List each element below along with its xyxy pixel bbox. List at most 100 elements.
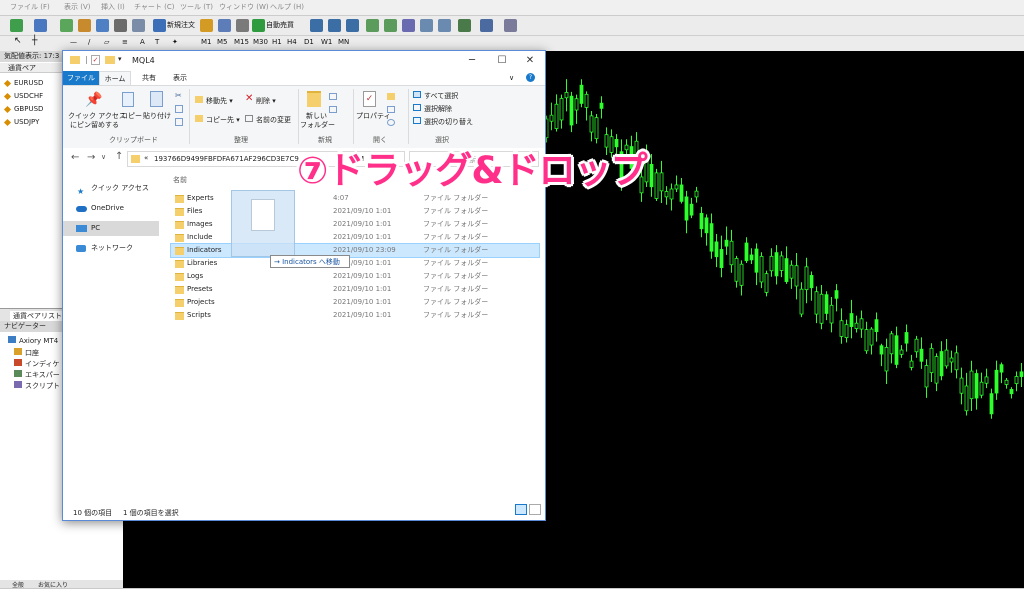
nav-pc[interactable]: PC (63, 221, 159, 236)
auto-trade-icon[interactable] (252, 19, 265, 32)
profiles-icon[interactable] (34, 19, 47, 32)
tf-m30[interactable]: M30 (253, 38, 268, 46)
file-row-include[interactable]: Include 2021/09/10 1:01 ファイル フォルダー (171, 231, 539, 244)
delete-button[interactable]: 削除 ▾ (256, 96, 276, 106)
tab-share[interactable]: 共有 (136, 71, 162, 85)
properties-icon[interactable]: ✓ (91, 55, 100, 65)
terminal-icon[interactable] (114, 19, 127, 32)
move-to-button[interactable]: 移動先 ▾ (206, 96, 233, 106)
file-row-presets[interactable]: Presets 2021/09/10 1:01 ファイル フォルダー (171, 283, 539, 296)
history-icon[interactable] (387, 119, 395, 126)
file-row-images[interactable]: Images 2021/09/10 1:01 ファイル フォルダー (171, 218, 539, 231)
copy-to-button[interactable]: コピー先 ▾ (206, 115, 240, 125)
cut-icon[interactable]: ✂ (175, 91, 182, 100)
tf-m15[interactable]: M15 (234, 38, 249, 46)
signals-icon[interactable] (218, 19, 231, 32)
tab-home[interactable]: ホーム (99, 71, 131, 85)
new-item-icon[interactable] (329, 93, 337, 100)
symbol-row[interactable]: EURUSD (0, 77, 62, 89)
maximize-icon[interactable]: ☐ (487, 52, 517, 70)
line-chart-icon[interactable] (346, 19, 359, 32)
menu-help[interactable]: ヘルプ (H) (270, 2, 304, 12)
bar-chart-icon[interactable] (310, 19, 323, 32)
symbol-row[interactable]: GBPUSD (0, 103, 62, 115)
zoom-out-icon[interactable] (384, 19, 397, 32)
menu-window[interactable]: ウィンドウ (W) (219, 2, 269, 12)
copy-path-icon[interactable] (175, 105, 183, 113)
navigator-item-account-root[interactable]: Axiory MT4 (8, 336, 58, 345)
menu-tools[interactable]: ツール (T) (180, 2, 213, 12)
ribbon-expand-icon[interactable]: ∨ (509, 74, 514, 82)
minimize-icon[interactable]: ─ (457, 52, 487, 70)
menu-chart[interactable]: チャート (C) (134, 2, 175, 12)
navigator-item-scripts[interactable]: スクリプト (14, 381, 60, 391)
file-row-indicators[interactable]: Indicators 2021/09/10 23:09 ファイル フォルダー (170, 243, 540, 258)
select-none-button[interactable]: 選択解除 (424, 104, 452, 114)
recent-locations-icon[interactable]: ∨ (101, 153, 106, 161)
cursor-icon[interactable]: ↖ (14, 36, 22, 46)
large-icons-view-icon[interactable] (529, 504, 541, 515)
file-row-scripts[interactable]: Scripts 2021/09/10 1:01 ファイル フォルダー (171, 309, 539, 322)
zoom-in-icon[interactable] (366, 19, 379, 32)
nav-quick-access[interactable]: ★ クイック アクセス (63, 181, 159, 196)
tf-w1[interactable]: W1 (321, 38, 332, 46)
channel-icon[interactable]: ▱ (104, 38, 109, 46)
tf-h4[interactable]: H4 (287, 38, 297, 46)
menu-insert[interactable]: 挿入 (I) (101, 2, 125, 12)
data-window-icon[interactable] (78, 19, 91, 32)
file-row-logs[interactable]: Logs 2021/09/10 1:01 ファイル フォルダー (171, 270, 539, 283)
metaeditor-icon[interactable] (200, 19, 213, 32)
up-arrow-icon[interactable]: ↑ (115, 151, 123, 162)
hub-icon[interactable] (236, 19, 249, 32)
label-icon[interactable]: T (155, 38, 159, 46)
menu-view[interactable]: 表示 (V) (64, 2, 90, 12)
auto-trade-button[interactable]: 自動売買 (266, 20, 294, 30)
tf-m1[interactable]: M1 (201, 38, 212, 46)
tf-h1[interactable]: H1 (272, 38, 282, 46)
menu-file[interactable]: ファイル (F) (10, 2, 50, 12)
symbol-row[interactable]: USDJPY (0, 116, 62, 128)
crosshair-icon[interactable]: ┼ (32, 36, 37, 46)
symbol-row[interactable]: USDCHF (0, 90, 62, 102)
nav-onedrive[interactable]: OneDrive (63, 201, 159, 216)
help-icon[interactable]: ? (526, 73, 535, 82)
fibo-icon[interactable]: ≡ (122, 38, 128, 46)
tab-symbol-list[interactable]: 通貨ペアリスト (10, 311, 65, 321)
navigator-icon[interactable] (96, 19, 109, 32)
copy-button[interactable]: コピー (121, 111, 142, 121)
new-chart-icon[interactable] (10, 19, 23, 32)
quick-access-dropdown-icon[interactable]: ▾ (118, 55, 122, 63)
tf-m5[interactable]: M5 (217, 38, 228, 46)
invert-selection-button[interactable]: 選択の切り替え (424, 117, 473, 127)
templates-icon[interactable] (504, 19, 517, 32)
tf-d1[interactable]: D1 (304, 38, 314, 46)
close-icon[interactable]: ✕ (515, 52, 545, 70)
tab-view[interactable]: 表示 (167, 71, 193, 85)
navigator-item-accounts[interactable]: 口座 (14, 348, 39, 358)
address-path[interactable]: 193766D9499FBFDFA671AF296CD3E7C9 (154, 155, 299, 163)
tester-icon[interactable] (132, 19, 145, 32)
indicators-icon[interactable] (458, 19, 471, 32)
arrows-icon[interactable]: ✦ (172, 38, 178, 46)
new-order-button[interactable]: 新規注文 (167, 20, 195, 30)
tf-mn[interactable]: MN (338, 38, 349, 46)
hline-icon[interactable]: — (70, 38, 77, 46)
text-icon[interactable]: A (140, 38, 145, 46)
tile-windows-icon[interactable] (402, 19, 415, 32)
rename-button[interactable]: 名前の変更 (256, 115, 291, 125)
properties-button[interactable]: プロパティ (356, 111, 391, 121)
market-watch-icon[interactable] (60, 19, 73, 32)
file-row-projects[interactable]: Projects 2021/09/10 1:01 ファイル フォルダー (171, 296, 539, 309)
autoscroll-icon[interactable] (438, 19, 451, 32)
address-overflow[interactable]: « (144, 154, 148, 162)
paste-shortcut-icon[interactable] (175, 118, 183, 126)
edit-icon[interactable] (387, 106, 395, 113)
file-row-libraries[interactable]: Libraries 2021/09/10 1:01 ファイル フォルダー (171, 257, 539, 270)
back-arrow-icon[interactable]: ← (71, 152, 79, 163)
easy-access-icon[interactable] (329, 106, 337, 113)
new-folder-icon[interactable] (105, 56, 115, 64)
nav-network[interactable]: ネットワーク (63, 241, 159, 256)
new-order-icon[interactable] (153, 19, 166, 32)
column-header-name[interactable]: 名前 (173, 175, 187, 185)
tab-file[interactable]: ファイル (63, 71, 99, 85)
